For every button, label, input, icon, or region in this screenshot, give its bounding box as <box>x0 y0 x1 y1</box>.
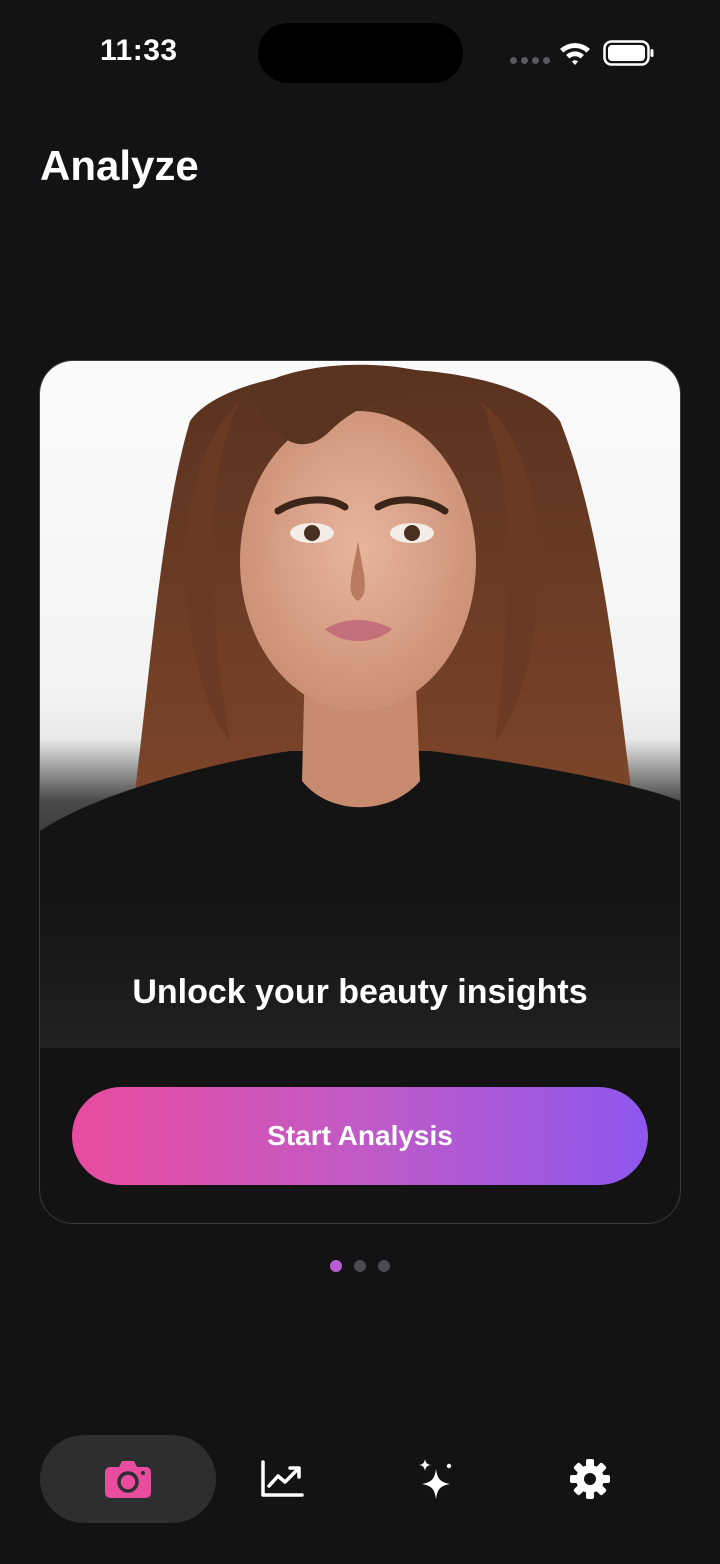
page-dot-1[interactable] <box>330 1260 342 1272</box>
analysis-card: Unlock your beauty insights Start Analys… <box>39 360 681 1224</box>
tab-settings[interactable] <box>530 1435 650 1523</box>
status-bar: 11:33 <box>0 0 720 110</box>
tab-analyze[interactable] <box>40 1435 216 1523</box>
status-time: 11:33 <box>100 34 178 67</box>
page-dot-3[interactable] <box>378 1260 390 1272</box>
card-caption: Unlock your beauty insights <box>132 973 588 1011</box>
dynamic-island <box>258 23 463 83</box>
page-indicator[interactable] <box>330 1260 390 1272</box>
tab-bar <box>40 1435 680 1523</box>
cellular-signal-icon <box>510 57 550 65</box>
tab-progress[interactable] <box>222 1435 342 1523</box>
page-dot-2[interactable] <box>354 1260 366 1272</box>
battery-icon <box>603 40 654 66</box>
camera-icon <box>105 1461 151 1498</box>
portrait-illustration <box>40 364 680 1048</box>
tab-enhance[interactable] <box>376 1435 496 1523</box>
wifi-icon <box>560 43 590 65</box>
page-title: Analyze <box>40 142 199 189</box>
sparkles-icon <box>419 1459 452 1499</box>
gear-icon <box>570 1459 610 1499</box>
trend-chart-icon <box>261 1460 304 1497</box>
portrait-image: Unlock your beauty insights <box>40 361 680 1048</box>
start-analysis-button[interactable]: Start Analysis <box>72 1087 648 1185</box>
